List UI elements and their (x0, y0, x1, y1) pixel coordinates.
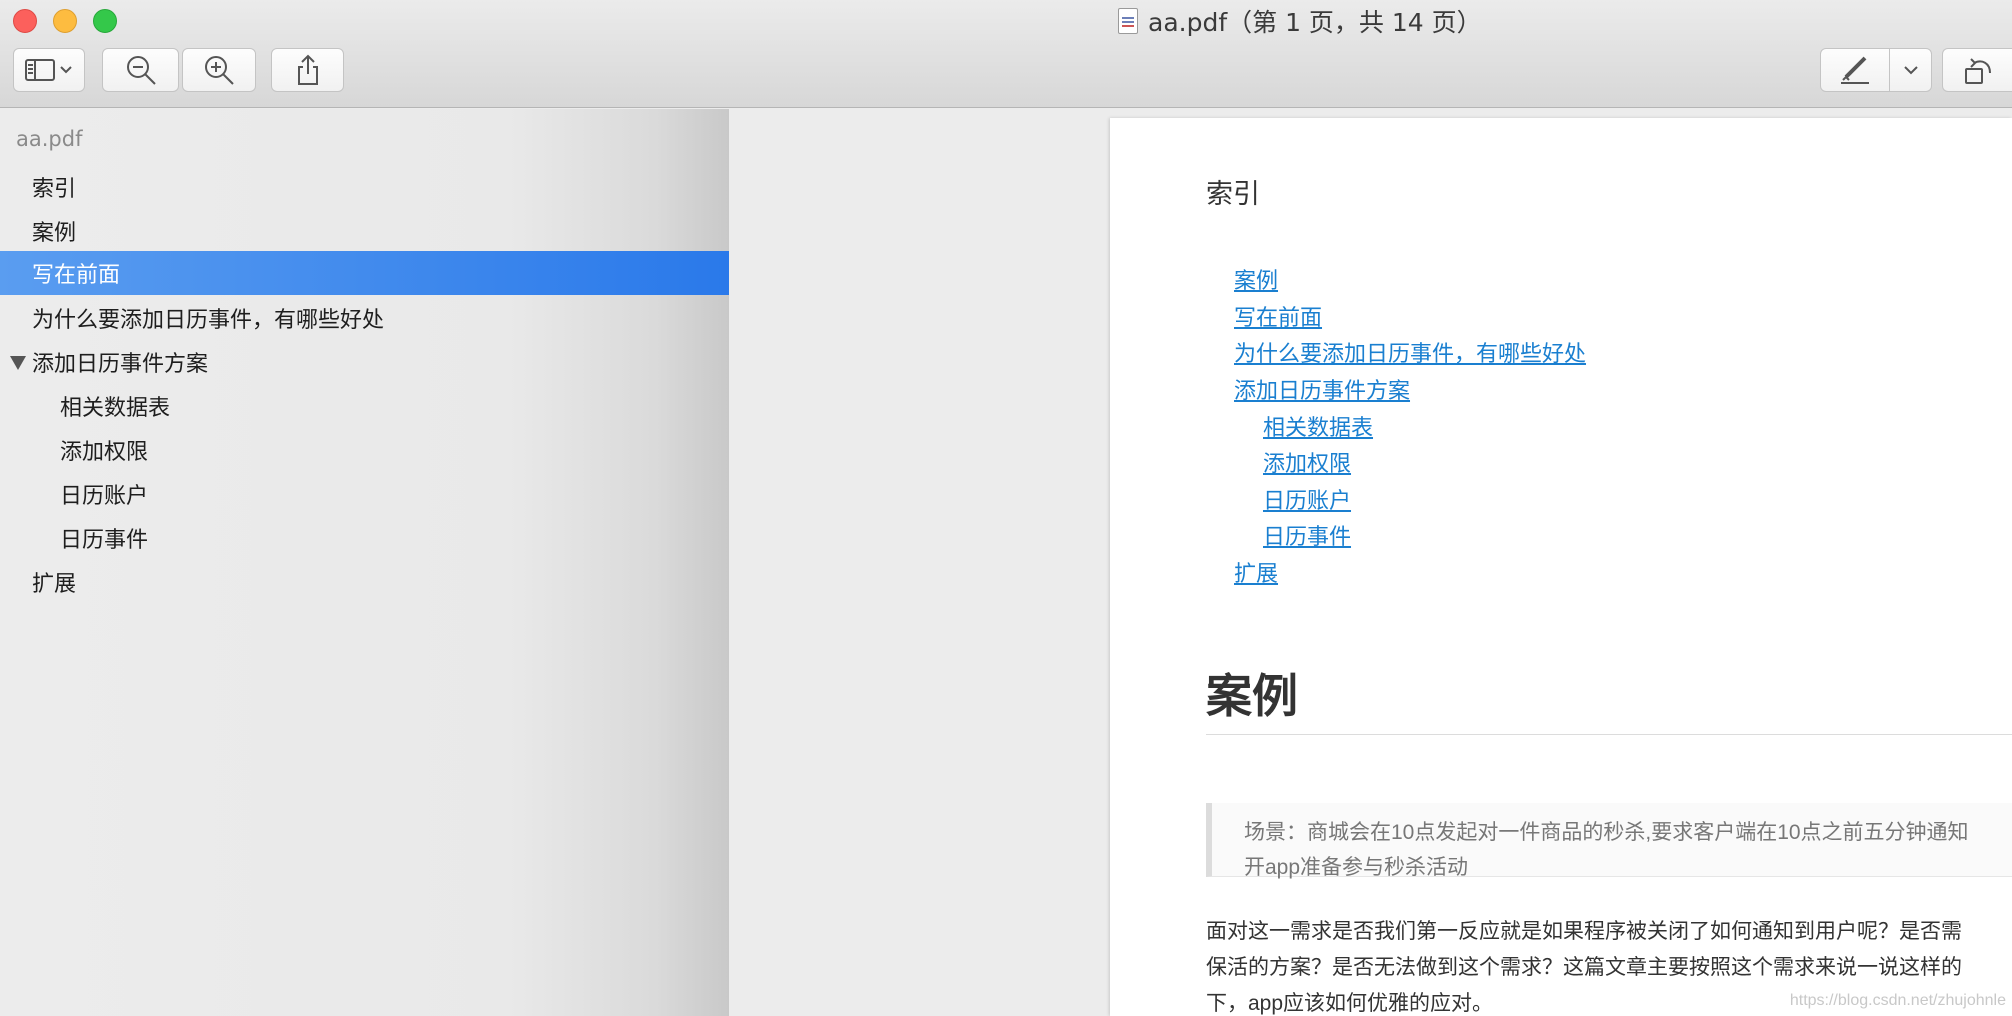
outline-item-cases[interactable]: 案例 (0, 209, 729, 253)
markup-button[interactable] (1820, 48, 1890, 92)
disclosure-triangle-icon[interactable] (10, 356, 26, 370)
sidebar-toggle-icon (25, 59, 72, 81)
outline-item-label: 相关数据表 (60, 396, 171, 421)
zoom-out-icon (126, 56, 156, 85)
outline-item-label: 日历事件 (60, 528, 149, 553)
quote-line: 场景：商城会在10点发起对一件商品的秒杀,要求客户端在10点之前五分钟通知 (1244, 821, 1969, 844)
pen-markup-icon (1841, 56, 1869, 84)
zoom-window-button[interactable] (93, 9, 117, 33)
outline-item-solution[interactable]: 添加日历事件方案 (0, 340, 729, 384)
toc-link[interactable]: 添加日历事件方案 (1234, 373, 1410, 405)
outline-sidebar: aa.pdf 索引 案例 写在前面 为什么要添加日历事件，有哪些好处 添加日历事… (0, 109, 729, 1016)
markup-options-button[interactable] (1889, 48, 1932, 92)
toc-link[interactable]: 案例 (1234, 263, 1278, 295)
outline-item-extensions[interactable]: 扩展 (0, 560, 729, 604)
outline-item-why[interactable]: 为什么要添加日历事件，有哪些好处 (0, 296, 729, 340)
document-view[interactable]: 索引 案例 写在前面 为什么要添加日历事件，有哪些好处 添加日历事件方案 相关数… (730, 109, 2012, 1016)
sidebar-toggle-button[interactable] (13, 48, 85, 92)
outline-root[interactable]: aa.pdf (16, 127, 82, 151)
body-text-line: 面对这一需求是否我们第一反应就是如果程序被关闭了如何通知到用户呢？是否需 (1206, 920, 1962, 943)
outline-item-label: 案例 (32, 221, 77, 246)
pdf-document-icon (1118, 8, 1138, 34)
body-text-line: 下，app应该如何优雅的应对。 (1206, 992, 1494, 1015)
zoom-in-button[interactable] (182, 48, 256, 92)
section-heading: 案例 (1206, 670, 1298, 722)
share-button[interactable] (271, 48, 344, 92)
zoom-out-button[interactable] (102, 48, 179, 92)
heading-divider (1206, 734, 2012, 735)
minimize-window-button[interactable] (53, 9, 77, 33)
pdf-page: 索引 案例 写在前面 为什么要添加日历事件，有哪些好处 添加日历事件方案 相关数… (1110, 118, 2012, 1016)
toc-link[interactable]: 扩展 (1234, 556, 1278, 588)
outline-item-label: 日历账户 (60, 484, 149, 509)
share-icon (297, 54, 318, 85)
toc-link[interactable]: 为什么要添加日历事件，有哪些好处 (1234, 336, 1586, 368)
toc-link[interactable]: 写在前面 (1234, 300, 1322, 332)
toc-link[interactable]: 添加权限 (1263, 446, 1351, 478)
outline-item-preface[interactable]: 写在前面 (0, 251, 729, 295)
outline-item-label: 写在前面 (32, 263, 121, 288)
window-title: aa.pdf（第 1 页，共 14 页） (1118, 6, 1482, 37)
outline-item-calendar-account[interactable]: 日历账户 (0, 472, 729, 516)
outline-item-label: 扩展 (32, 572, 77, 597)
watermark: https://blog.csdn.net/zhujohnle (1789, 992, 2006, 1009)
outline-item-label: 索引 (32, 177, 77, 202)
window-chrome: aa.pdf（第 1 页，共 14 页） (0, 0, 2012, 108)
rotate-button[interactable] (1942, 48, 2012, 92)
outline-item-tables[interactable]: 相关数据表 (0, 384, 729, 428)
outline-item-index[interactable]: 索引 (0, 165, 729, 209)
window-title-text: aa.pdf（第 1 页，共 14 页） (1148, 8, 1482, 37)
rotate-icon (1964, 58, 1991, 84)
toc-link[interactable]: 日历账户 (1263, 483, 1351, 515)
outline-item-label: 为什么要添加日历事件，有哪些好处 (32, 308, 385, 333)
zoom-in-icon (205, 56, 234, 85)
outline-item-label: 添加权限 (60, 440, 149, 465)
outline-item-label: 添加日历事件方案 (32, 352, 209, 377)
page-index-title: 索引 (1206, 179, 1260, 209)
outline-item-permissions[interactable]: 添加权限 (0, 428, 729, 472)
outline-item-calendar-event[interactable]: 日历事件 (0, 516, 729, 560)
chevron-down-icon (1903, 66, 1918, 75)
toc-link[interactable]: 相关数据表 (1263, 410, 1373, 442)
close-window-button[interactable] (13, 9, 37, 33)
body-text-line: 保活的方案？是否无法做到这个需求？这篇文章主要按照这个需求来说一说这样的 (1206, 956, 1962, 979)
quote-line: 开app准备参与秒杀活动 (1244, 856, 1469, 879)
toc-link[interactable]: 日历事件 (1263, 519, 1351, 551)
